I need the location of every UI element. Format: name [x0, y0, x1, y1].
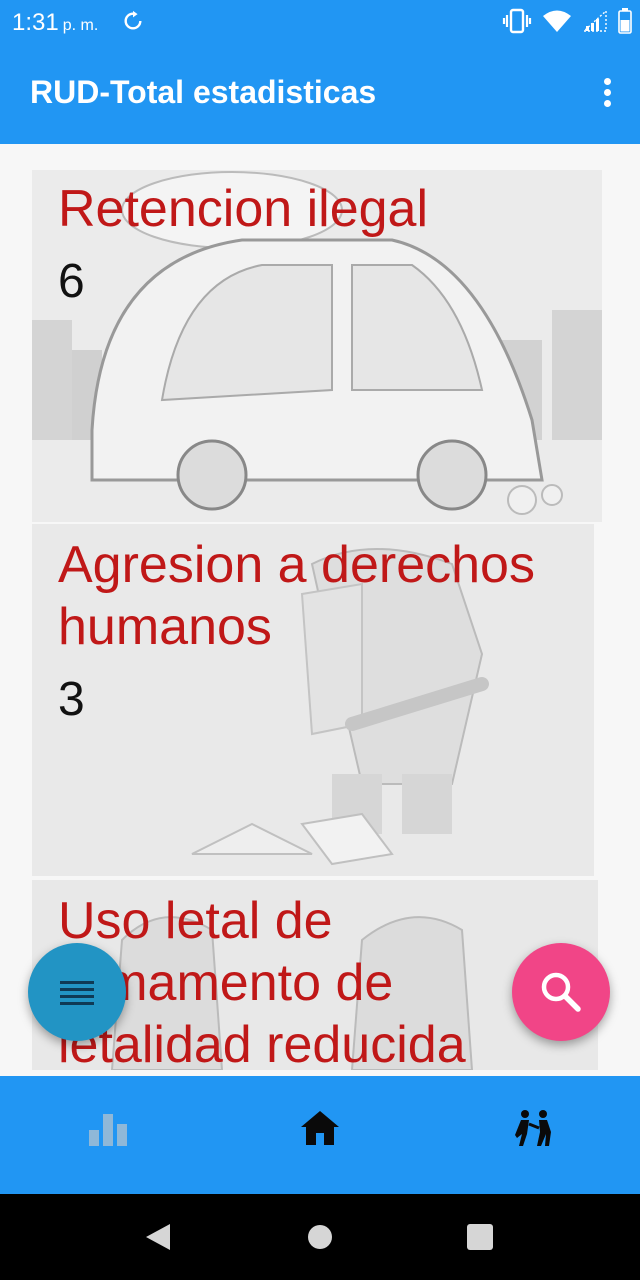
status-time-value: 1:31: [12, 9, 59, 36]
recents-icon[interactable]: [466, 1222, 494, 1252]
app-screen: 1:31 p. m. RUD-Total estadisticas Retenc…: [0, 0, 640, 1280]
stat-card-count: 3: [58, 673, 85, 726]
search-fab[interactable]: [512, 943, 610, 1041]
nav-police[interactable]: [512, 1106, 556, 1150]
vibrate-icon: [502, 8, 532, 34]
back-icon[interactable]: [144, 1222, 172, 1252]
stats-icon: [89, 1114, 127, 1146]
list-icon: [60, 981, 94, 1005]
stat-card-count: 6: [58, 255, 85, 308]
stat-card-retencion[interactable]: Retencion ilegal 6: [32, 170, 602, 522]
bottom-nav: [0, 1076, 640, 1194]
nav-home[interactable]: [298, 1106, 342, 1150]
menu-fab[interactable]: [28, 943, 126, 1041]
stat-card-agresion[interactable]: Agresion a derechos humanos 3: [32, 524, 594, 876]
signal-icon: [582, 9, 607, 32]
stat-card-title: Retencion ilegal: [58, 180, 429, 238]
app-title: RUD-Total estadisticas: [30, 74, 377, 110]
wifi-icon: [543, 10, 571, 32]
stat-card-title: Uso letal de armamento de letalidad redu…: [58, 892, 466, 1070]
nav-stats[interactable]: [86, 1106, 130, 1150]
status-time: 1:31 p. m.: [12, 9, 98, 37]
stat-card-title: Agresion a derechos humanos: [58, 536, 535, 656]
status-ampm: p. m.: [62, 17, 99, 34]
police-icon: [515, 1110, 551, 1146]
status-bar: 1:31 p. m.: [0, 0, 640, 44]
search-icon: [541, 972, 581, 1012]
battery-icon: [618, 8, 632, 34]
home-icon: [301, 1111, 339, 1145]
status-icons: [502, 8, 632, 34]
app-bar: RUD-Total estadisticas: [0, 44, 640, 144]
overflow-menu-icon[interactable]: [602, 78, 612, 108]
home-circle-icon[interactable]: [306, 1222, 334, 1252]
sync-icon: [124, 10, 142, 30]
system-nav-bar: [0, 1194, 640, 1280]
stats-list[interactable]: Retencion ilegal 6 Agresion a derechos h…: [0, 144, 640, 1076]
